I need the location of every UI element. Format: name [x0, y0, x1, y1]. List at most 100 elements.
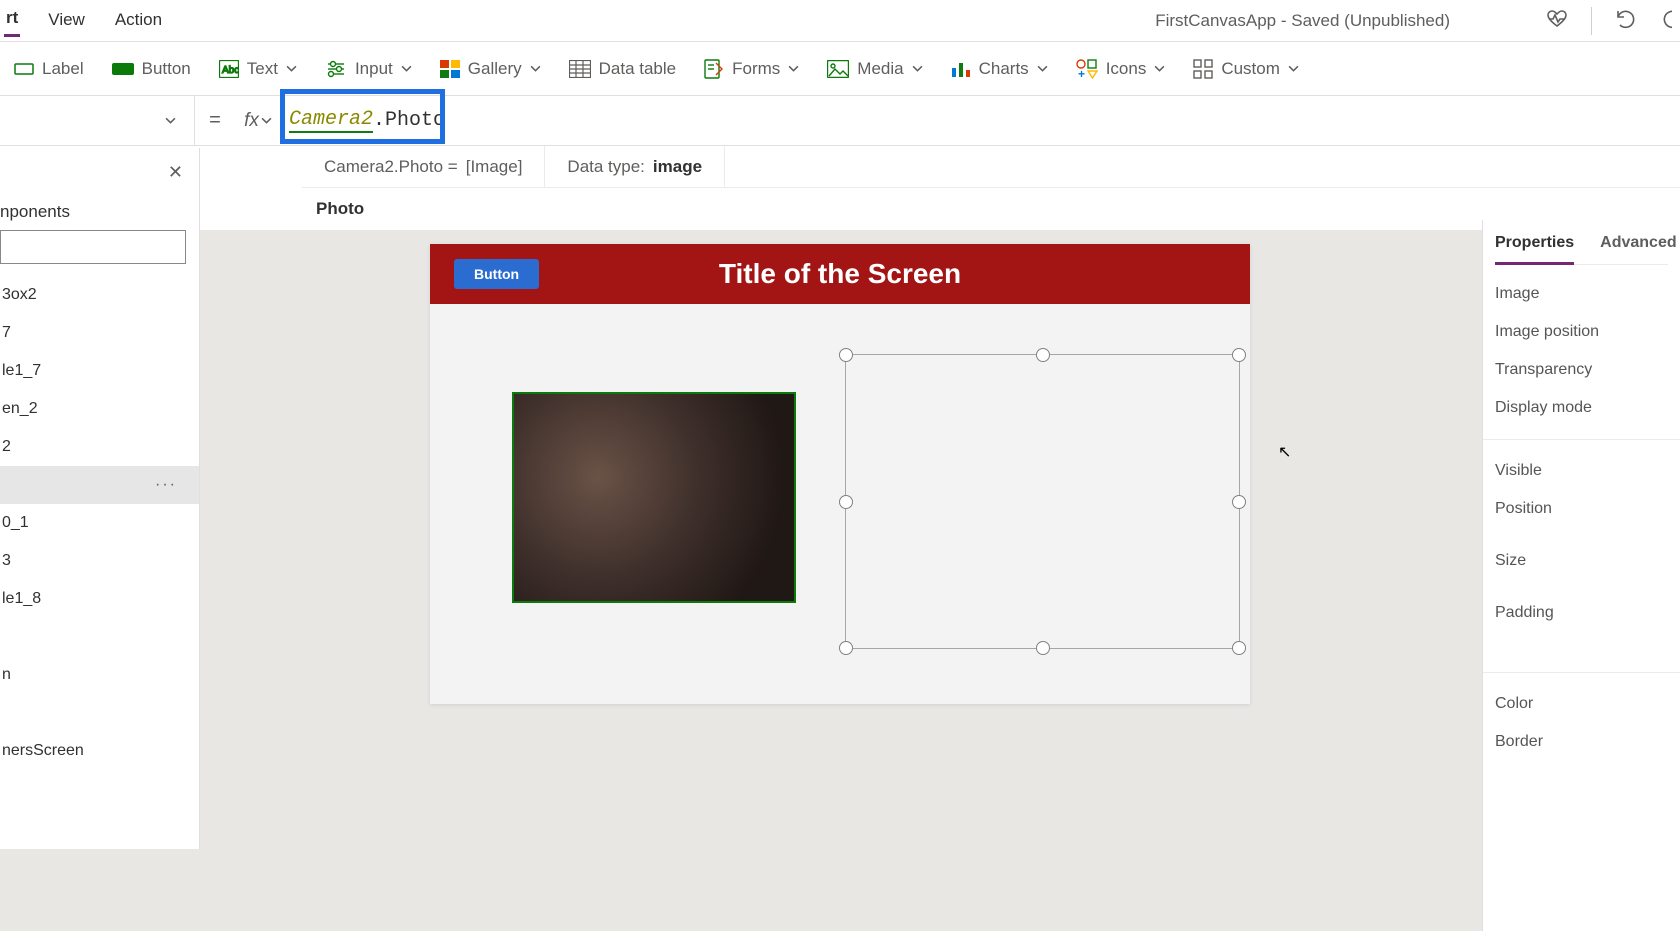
redo-icon[interactable] — [1660, 7, 1672, 34]
property-dropdown[interactable] — [0, 96, 195, 145]
resize-handle[interactable] — [1232, 495, 1246, 509]
custom-menu[interactable]: Custom — [1193, 59, 1299, 79]
tree-item-label: 0_1 — [2, 514, 29, 532]
forms-menu-text: Forms — [732, 59, 780, 79]
input-menu-text: Input — [355, 59, 393, 79]
formula-input[interactable]: Camera2.Photo — [281, 96, 1680, 145]
icons-menu[interactable]: + Icons — [1076, 59, 1166, 79]
chevron-down-icon — [1037, 63, 1048, 74]
tree-item[interactable]: 3 — [0, 542, 199, 580]
label-button[interactable]: Label — [14, 59, 84, 79]
property-row[interactable]: Position — [1495, 490, 1668, 528]
svg-text:Abc: Abc — [222, 65, 239, 76]
tree-item[interactable] — [0, 618, 199, 656]
tree-item-label: en_2 — [2, 400, 38, 418]
tree-item[interactable]: 7 — [0, 314, 199, 352]
canvas-button-control[interactable]: Button — [454, 259, 539, 289]
separator — [1483, 439, 1680, 440]
forms-menu[interactable]: Forms — [704, 59, 799, 79]
property-row[interactable]: Image position — [1495, 313, 1668, 351]
resize-handle[interactable] — [1036, 641, 1050, 655]
document-title: FirstCanvasApp - Saved (Unpublished) — [1155, 11, 1450, 31]
property-row[interactable]: Size — [1495, 542, 1668, 580]
menu-bar: rt View Action FirstCanvasApp - Saved (U… — [0, 0, 1680, 42]
property-row[interactable]: Color — [1495, 685, 1668, 723]
charts-menu[interactable]: Charts — [951, 59, 1048, 79]
datatype-value: image — [653, 157, 702, 177]
screen-canvas[interactable]: Button Title of the Screen — [430, 244, 1250, 704]
workspace: ✕ nponents 3ox2 7 le1_7 en_2 2 ··· 0_1 3… — [0, 230, 1680, 931]
tree-item[interactable]: le1_8 — [0, 580, 199, 618]
tree-item-label: 3 — [2, 552, 11, 570]
separator — [1591, 7, 1592, 35]
menu-view[interactable]: View — [46, 6, 87, 36]
data-table-button[interactable]: Data table — [569, 59, 677, 79]
property-row[interactable]: Visible — [1495, 452, 1668, 490]
text-menu[interactable]: Abc Text — [219, 59, 297, 79]
resize-handle[interactable] — [839, 641, 853, 655]
media-menu-text: Media — [857, 59, 903, 79]
tree-item[interactable]: 3ox2 — [0, 276, 199, 314]
tree-item[interactable]: 0_1 — [0, 504, 199, 542]
property-row[interactable]: Border — [1495, 723, 1668, 761]
tree-item[interactable]: le1_7 — [0, 352, 199, 390]
resize-handle[interactable] — [839, 495, 853, 509]
tree-item-label: le1_8 — [2, 590, 41, 608]
custom-menu-text: Custom — [1221, 59, 1280, 79]
fx-label[interactable]: fx — [235, 110, 281, 132]
gallery-menu[interactable]: Gallery — [440, 59, 541, 79]
tree-item[interactable] — [0, 694, 199, 732]
tree-search-input[interactable] — [0, 230, 186, 264]
camera-preview-control[interactable] — [512, 392, 796, 603]
undo-icon[interactable] — [1614, 7, 1638, 34]
titlebar-icon-group — [1545, 7, 1672, 35]
health-icon[interactable] — [1545, 7, 1569, 34]
menu-action[interactable]: Action — [113, 6, 164, 36]
media-menu[interactable]: Media — [827, 59, 922, 79]
more-icon[interactable]: ··· — [155, 476, 177, 494]
resize-handle[interactable] — [1232, 348, 1246, 362]
formula-token-object: Camera2 — [289, 108, 373, 133]
properties-panel: Properties Advanced Image Image position… — [1482, 220, 1680, 931]
close-icon[interactable]: ✕ — [168, 162, 183, 183]
chevron-down-icon — [1288, 63, 1299, 74]
properties-list: Image Image position Transparency Displa… — [1495, 265, 1668, 761]
button-button-text: Button — [142, 59, 191, 79]
selected-property-header: Photo — [302, 188, 1680, 230]
property-row[interactable]: Transparency — [1495, 351, 1668, 389]
resize-handle[interactable] — [1036, 348, 1050, 362]
tab-properties[interactable]: Properties — [1495, 228, 1574, 265]
tree-view-panel: ✕ nponents 3ox2 7 le1_7 en_2 2 ··· 0_1 3… — [0, 148, 200, 849]
chevron-down-icon — [165, 115, 176, 126]
canvas-button-label: Button — [474, 266, 519, 282]
button-button[interactable]: Button — [112, 59, 191, 79]
properties-tabs: Properties Advanced — [1495, 220, 1668, 265]
resize-handle[interactable] — [839, 348, 853, 362]
gallery-menu-text: Gallery — [468, 59, 522, 79]
tree-item[interactable]: n — [0, 656, 199, 694]
screen-header: Button Title of the Screen — [430, 244, 1250, 304]
resize-handle[interactable] — [1232, 641, 1246, 655]
separator — [1483, 672, 1680, 673]
property-row[interactable]: Image — [1495, 275, 1668, 313]
tree-item[interactable]: nersScreen — [0, 732, 199, 770]
selected-control-outline[interactable] — [845, 354, 1240, 649]
tree-item-label: 3ox2 — [2, 286, 37, 304]
menu-insert[interactable]: rt — [4, 4, 20, 37]
formula-result-rhs: [Image] — [466, 157, 523, 177]
canvas-area[interactable]: Button Title of the Screen — [220, 230, 1460, 931]
property-row[interactable]: Padding — [1495, 594, 1668, 632]
chevron-down-icon — [912, 63, 923, 74]
input-menu[interactable]: Input — [325, 59, 412, 79]
insert-ribbon: Label Button Abc Text Input Gallery — [0, 42, 1680, 96]
tree-item[interactable]: en_2 — [0, 390, 199, 428]
tab-advanced[interactable]: Advanced — [1600, 228, 1676, 264]
chevron-down-icon — [286, 63, 297, 74]
tree-item[interactable]: 2 — [0, 428, 199, 466]
chevron-down-icon — [401, 63, 412, 74]
fx-text: fx — [244, 110, 259, 132]
tree-item-selected[interactable]: ··· — [0, 466, 199, 504]
property-row[interactable]: Display mode — [1495, 389, 1668, 427]
screen-title-label[interactable]: Title of the Screen — [430, 258, 1250, 290]
equals-sign: = — [195, 109, 235, 132]
